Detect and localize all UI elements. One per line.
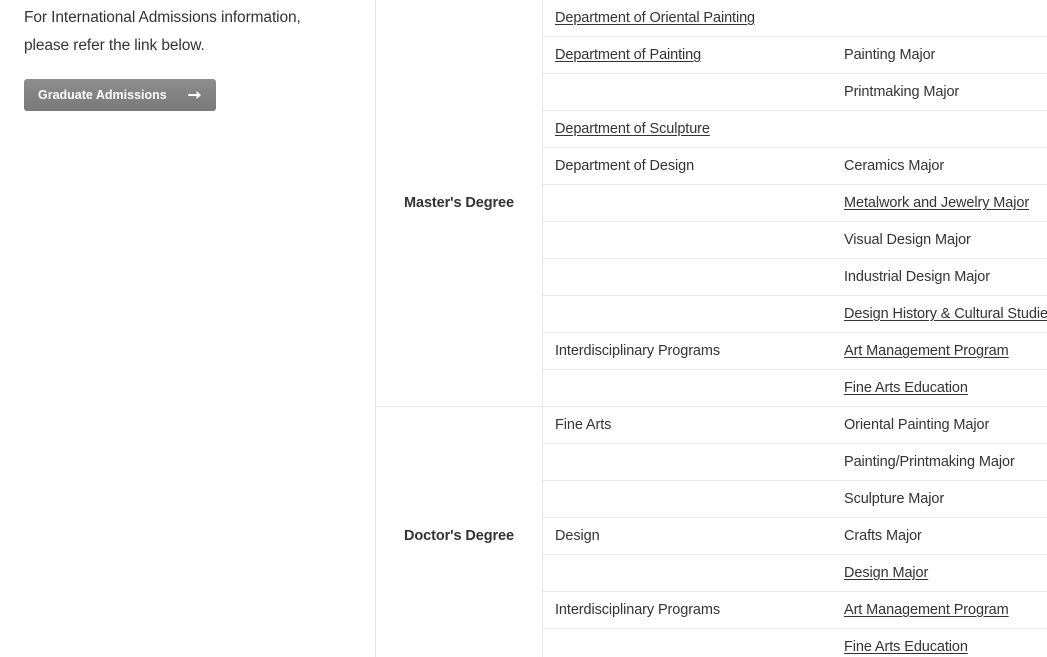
major-cell: Visual Design Major: [832, 221, 1047, 259]
major-cell: [832, 0, 1047, 37]
department-text: Interdisciplinary Programs: [555, 602, 721, 618]
department-cell: [542, 73, 832, 111]
department-cell: [542, 369, 832, 407]
degree-label: Doctor's Degree: [404, 528, 514, 544]
major-cell[interactable]: Fine Arts Education: [832, 628, 1047, 657]
major-cell[interactable]: Art Management Program: [832, 591, 1047, 629]
department-cell: [542, 221, 832, 259]
department-cell[interactable]: Department of Sculpture: [542, 110, 832, 148]
table-row: Master's Degree Department of Oriental Pa…: [376, 0, 1047, 407]
major-cell[interactable]: Art Management Program: [832, 332, 1047, 370]
department-cell: [542, 480, 832, 518]
department-cell: [542, 628, 832, 657]
department-cell: [542, 443, 832, 481]
major-cell: Sculpture Major: [832, 480, 1047, 518]
department-cell[interactable]: Department of Oriental Painting: [542, 0, 832, 37]
major-cell: [832, 110, 1047, 148]
major-cell: Printmaking Major: [832, 73, 1047, 111]
major-text: Sculpture Major: [844, 491, 945, 507]
department-text: Interdisciplinary Programs: [555, 343, 721, 359]
major-cell[interactable]: Design History & Cultural Studies Major: [832, 295, 1047, 333]
department-text: Design: [555, 528, 600, 544]
major-cell[interactable]: Design Major: [832, 554, 1047, 592]
major-link[interactable]: Fine Arts Education: [844, 639, 968, 655]
major-cell: Painting Major: [832, 36, 1047, 74]
major-cell[interactable]: Metalwork and Jewelry Major: [832, 184, 1047, 222]
intro-paragraph: For International Admissions information…: [24, 0, 351, 60]
department-cell: Interdisciplinary Programs: [542, 591, 832, 629]
degree-programs-table: Master's Degree Department of Oriental Pa…: [376, 0, 1047, 657]
degree-cell: Master's Degree: [376, 0, 543, 407]
major-link[interactable]: Metalwork and Jewelry Major: [844, 195, 1029, 211]
department-link[interactable]: Department of Painting: [555, 47, 701, 63]
major-text: Painting/Printmaking Major: [844, 454, 1015, 470]
major-text: Printmaking Major: [844, 84, 960, 100]
department-cell: Interdisciplinary Programs: [542, 332, 832, 370]
major-cell: Industrial Design Major: [832, 258, 1047, 296]
major-cell: Ceramics Major: [832, 147, 1047, 185]
department-cell: [542, 295, 832, 333]
intro-line-2: please refer the link below.: [24, 37, 205, 54]
major-link[interactable]: Fine Arts Education: [844, 380, 968, 396]
department-text: Fine Arts: [555, 417, 612, 433]
graduate-admissions-label: Graduate Admissions: [38, 88, 167, 102]
major-cell[interactable]: Fine Arts Education: [832, 369, 1047, 407]
major-text: Visual Design Major: [844, 232, 971, 248]
table-row: Doctor's Degree Fine Arts Oriental Paintin…: [376, 406, 1047, 657]
major-text: Painting Major: [844, 47, 936, 63]
major-link[interactable]: Design History & Cultural Studies Major: [844, 306, 1047, 322]
major-link[interactable]: Art Management Program: [844, 602, 1009, 618]
major-cell: Oriental Painting Major: [832, 406, 1047, 444]
department-cell: [542, 184, 832, 222]
department-cell: [542, 554, 832, 592]
department-link[interactable]: Department of Oriental Painting: [555, 10, 755, 26]
major-cell: Painting/Printmaking Major: [832, 443, 1047, 481]
major-text: Industrial Design Major: [844, 269, 990, 285]
arrow-right-icon: [186, 86, 204, 104]
graduate-admissions-button[interactable]: Graduate Admissions: [24, 79, 216, 111]
department-cell: Design: [542, 517, 832, 555]
page-root: For International Admissions information…: [0, 0, 1047, 657]
department-cell: Fine Arts: [542, 406, 832, 444]
left-info-column: For International Admissions information…: [0, 0, 375, 657]
major-text: Oriental Painting Major: [844, 417, 990, 433]
major-link[interactable]: Art Management Program: [844, 343, 1009, 359]
department-cell[interactable]: Department of Painting: [542, 36, 832, 74]
major-link[interactable]: Design Major: [844, 565, 928, 581]
major-cell: Crafts Major: [832, 517, 1047, 555]
department-cell: Department of Design: [542, 147, 832, 185]
department-cell: [542, 258, 832, 296]
major-text: Ceramics Major: [844, 158, 945, 174]
department-text: Department of Design: [555, 158, 695, 174]
degree-label: Master's Degree: [404, 195, 514, 211]
department-link[interactable]: Department of Sculpture: [555, 121, 710, 137]
degree-programs-table-wrap: Master's Degree Department of Oriental Pa…: [375, 0, 1047, 657]
intro-line-1: For International Admissions information…: [24, 9, 301, 26]
major-text: Crafts Major: [844, 528, 922, 544]
degree-cell: Doctor's Degree: [376, 406, 543, 657]
